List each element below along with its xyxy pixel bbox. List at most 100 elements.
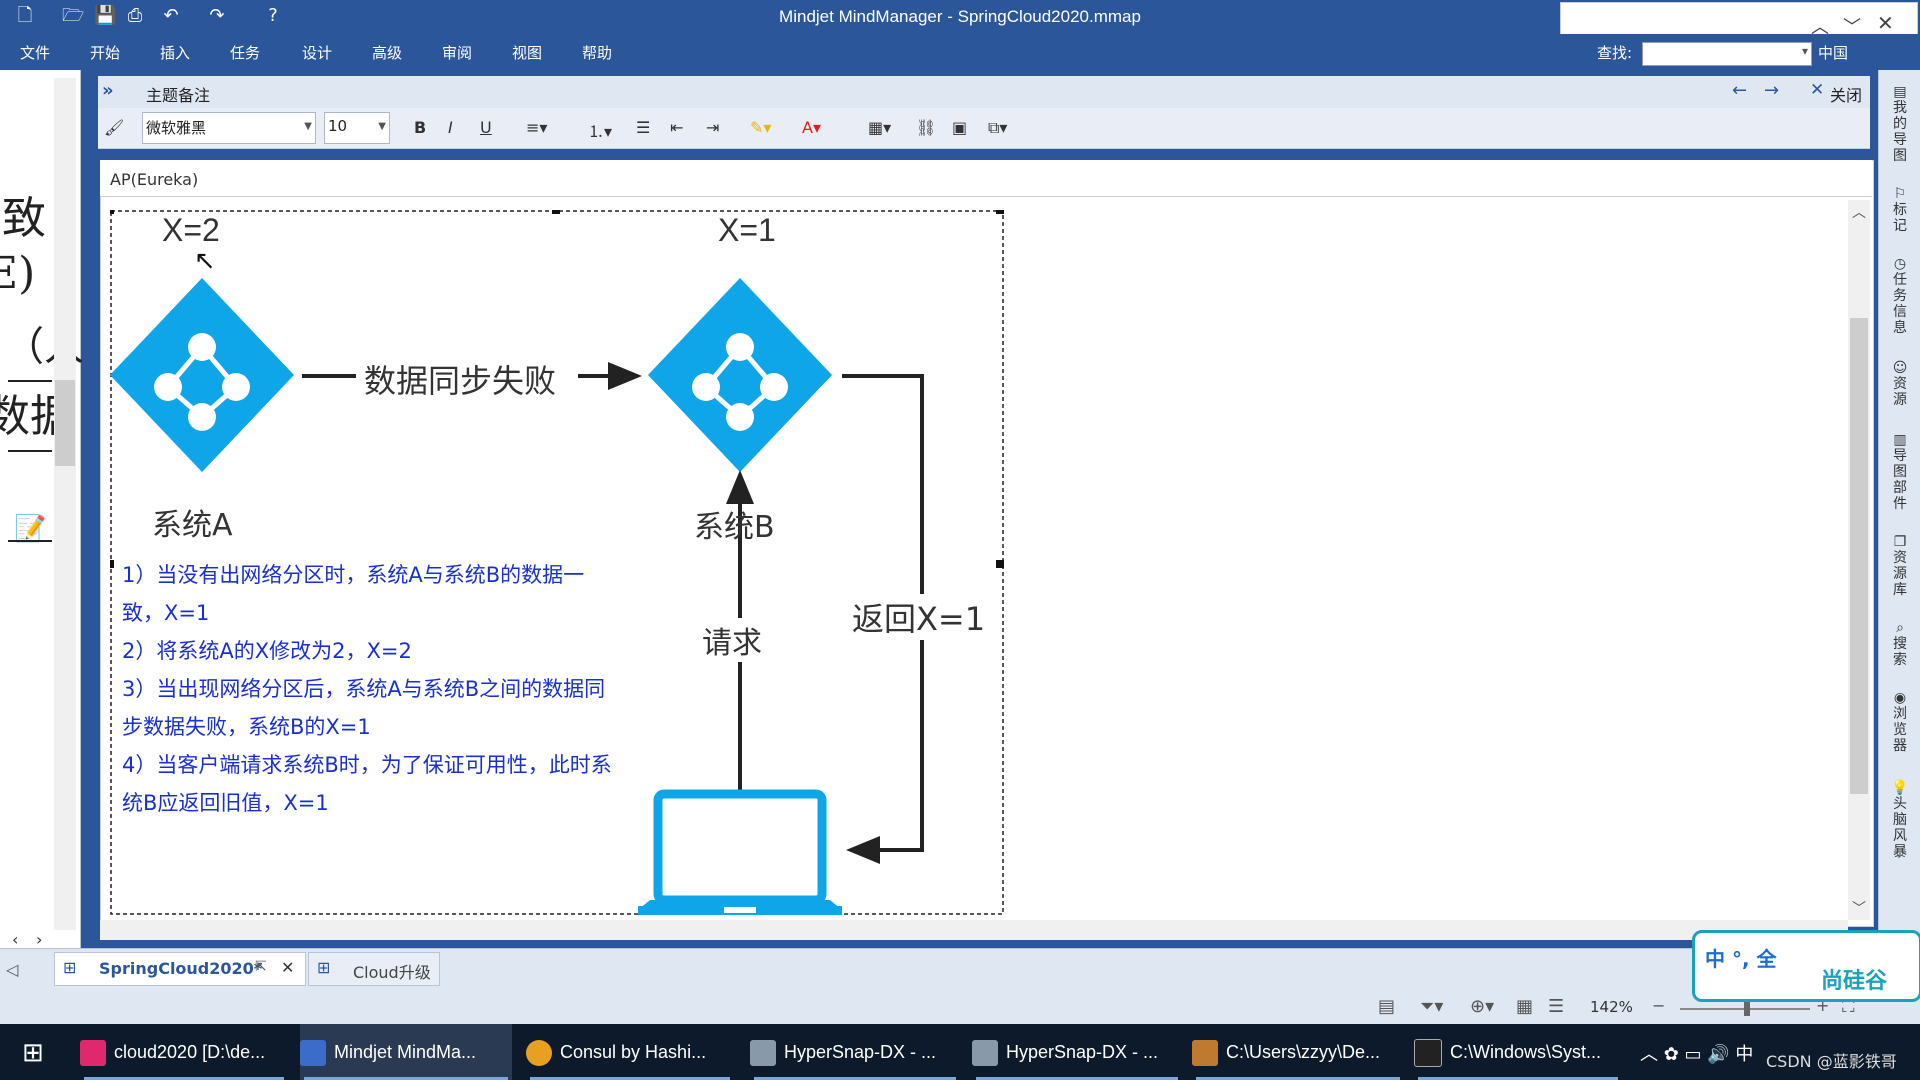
resize-handle xyxy=(996,210,1004,214)
tab-help[interactable]: 帮助 xyxy=(582,42,612,63)
taskbar-item[interactable]: C:\Users\zzyy\De... xyxy=(1192,1024,1404,1080)
taskbar-label: Mindjet MindMa... xyxy=(334,1042,477,1062)
outline-icon[interactable]: ☰ xyxy=(1548,996,1564,1017)
brainstorm-button[interactable]: 💡 头脑风暴 xyxy=(1888,780,1912,860)
search-button[interactable]: ⌕ 搜索 xyxy=(1888,620,1912,668)
left-scroll-thumb[interactable] xyxy=(55,380,75,466)
pin-icon[interactable]: ⇱ xyxy=(255,959,267,975)
tab-review[interactable]: 审阅 xyxy=(442,42,472,63)
view-icon[interactable]: ▤ xyxy=(1378,996,1395,1017)
horizontal-scrollbar[interactable] xyxy=(100,920,1848,940)
system-tray[interactable]: ︿ ✿ ▭ 🔊 中 xyxy=(1640,1040,1753,1066)
left-pane-text: 致 xyxy=(2,193,46,244)
outdent-icon[interactable]: ⇤ xyxy=(670,118,683,137)
divider xyxy=(8,380,52,382)
insert-object-icon[interactable]: ⧉▾ xyxy=(988,118,1007,138)
system-a-icon xyxy=(110,278,294,472)
scroll-up-icon[interactable]: ︿ xyxy=(1852,202,1866,222)
watermark: CSDN @蓝影铁哥 xyxy=(1766,1052,1897,1071)
align-icon[interactable]: ≡▾ xyxy=(526,118,547,137)
hypersnap-icon xyxy=(972,1040,998,1067)
laptop-icon xyxy=(638,789,842,915)
tab-view[interactable]: 视图 xyxy=(512,42,542,63)
note-line: 统B应返回旧值，X=1 xyxy=(122,791,329,815)
markers-button[interactable]: ⚐ 标记 xyxy=(1888,186,1912,234)
tab-file[interactable]: 文件 xyxy=(20,42,50,63)
find-input[interactable]: ▾ xyxy=(1642,42,1812,66)
vertical-scroll-thumb[interactable] xyxy=(1850,318,1868,794)
taskbar-label: cloud2020 [D:\de... xyxy=(114,1042,266,1062)
sync-arrowhead xyxy=(608,362,642,390)
close-icon[interactable]: ✕ xyxy=(1810,80,1824,100)
font-size-select[interactable]: 10 ▼ xyxy=(324,112,390,144)
highlight-icon[interactable]: ✎▾ xyxy=(750,118,771,137)
arrow-left-icon[interactable]: ← xyxy=(1732,80,1747,101)
link-icon[interactable]: ⛓ xyxy=(916,118,936,137)
italic-button[interactable]: I xyxy=(448,118,453,137)
tab-cloud-upgrade[interactable]: ⊞ Cloud升级 xyxy=(308,952,440,986)
underline-button[interactable]: U xyxy=(480,118,492,137)
format-painter-icon[interactable]: 🖌 xyxy=(104,118,124,137)
cmd-icon xyxy=(1414,1039,1442,1068)
tab-advanced[interactable]: 高级 xyxy=(372,42,402,63)
left-scrollbar[interactable] xyxy=(54,78,76,930)
notes-title: 主题备注 xyxy=(146,86,211,105)
task-info-button[interactable]: ◷ 任务信息 xyxy=(1888,256,1912,336)
scroll-down-icon[interactable]: ﹀ xyxy=(1852,898,1866,918)
my-maps-button[interactable]: ▤ 我的导图 xyxy=(1888,84,1912,164)
map-icon: ⊞ xyxy=(63,958,77,977)
zoom-out-icon[interactable]: − xyxy=(1652,996,1665,1015)
ime-toolbar[interactable]: 中 °, 全 尚硅谷 xyxy=(1692,930,1920,1002)
return-arrowhead xyxy=(846,836,880,864)
tab-label: SpringCloud2020* xyxy=(99,959,263,978)
return-label: 返回X=1 xyxy=(852,594,986,640)
tab-insert[interactable]: 插入 xyxy=(160,42,190,63)
taskbar-item[interactable]: C:\Windows\Syst... xyxy=(1414,1024,1622,1080)
expand-icon[interactable]: » xyxy=(102,80,114,101)
table-icon[interactable]: ▦▾ xyxy=(868,118,891,137)
close-button[interactable]: 关闭 xyxy=(1830,82,1862,106)
taskbar-item[interactable]: cloud2020 [D:\de... xyxy=(80,1024,288,1080)
tab-start[interactable]: 开始 xyxy=(90,42,120,63)
map-parts-button[interactable]: ▥ 导图部件 xyxy=(1888,432,1912,512)
taskbar-item[interactable]: HyperSnap-DX - ... xyxy=(972,1024,1182,1080)
close-icon[interactable]: ✕ xyxy=(1877,11,1894,35)
layout-icon[interactable]: ▦ xyxy=(1516,996,1533,1017)
chevron-left-icon[interactable]: ◁ xyxy=(6,960,18,979)
numbered-list-icon[interactable]: ⒈▾ xyxy=(588,118,612,142)
scroll-right-icon[interactable]: › xyxy=(36,930,42,949)
taskbar-item[interactable]: HyperSnap-DX - ... xyxy=(750,1024,960,1080)
note-line: 步数据失败，系统B的X=1 xyxy=(122,715,371,739)
image-icon[interactable]: ▣ xyxy=(952,118,967,137)
scroll-left-icon[interactable]: ‹ xyxy=(12,930,18,949)
font-select[interactable]: 微软雅黑 ▼ xyxy=(142,112,316,144)
note-line: 致，X=1 xyxy=(122,601,210,625)
taskbar-item[interactable]: Consul by Hashi... xyxy=(526,1024,734,1080)
right-pane-label: 搜索 xyxy=(1893,636,1907,668)
intellij-icon xyxy=(80,1040,106,1067)
library-button[interactable]: ❐ 资源库 xyxy=(1888,534,1912,598)
zoom-slider-thumb[interactable] xyxy=(1744,1000,1750,1016)
indent-icon[interactable]: ⇥ xyxy=(706,118,719,137)
resources-button[interactable]: ☺ 资源 xyxy=(1888,360,1912,408)
system-b-icon xyxy=(648,278,832,472)
chevron-down-icon[interactable]: ▾ xyxy=(1802,44,1808,58)
arrow-right-icon[interactable]: → xyxy=(1764,80,1779,101)
font-color-icon[interactable]: A▾ xyxy=(802,118,821,137)
bold-button[interactable]: B xyxy=(414,118,426,137)
windows-start-icon[interactable]: ⊞ xyxy=(22,1038,44,1068)
taskbar-item[interactable]: Mindjet MindMa... xyxy=(300,1024,512,1080)
tab-task[interactable]: 任务 xyxy=(230,42,260,63)
browser-button[interactable]: ◉ 浏览器 xyxy=(1888,690,1912,754)
close-icon[interactable]: ✕ xyxy=(281,958,294,977)
tab-design[interactable]: 设计 xyxy=(302,42,332,63)
bullet-list-icon[interactable]: ☰ xyxy=(636,118,650,137)
taskbar-label: HyperSnap-DX - ... xyxy=(784,1042,937,1062)
note-line: 2）将系统A的X修改为2，X=2 xyxy=(122,639,412,663)
tab-springcloud2020[interactable]: ⊞ SpringCloud2020* ⇱ ✕ xyxy=(54,952,306,986)
focus-icon[interactable]: ⊕▾ xyxy=(1470,996,1494,1017)
language-selector[interactable]: 中国 xyxy=(1818,42,1848,63)
filter-icon[interactable]: ⏷▾ xyxy=(1420,996,1443,1017)
embedded-diagram[interactable]: X=2 X=1 数据同步失败 系统A 系统B 请求 返回X=1 1）当没有出网络… xyxy=(110,210,1004,915)
label-x1: X=1 xyxy=(718,212,776,248)
